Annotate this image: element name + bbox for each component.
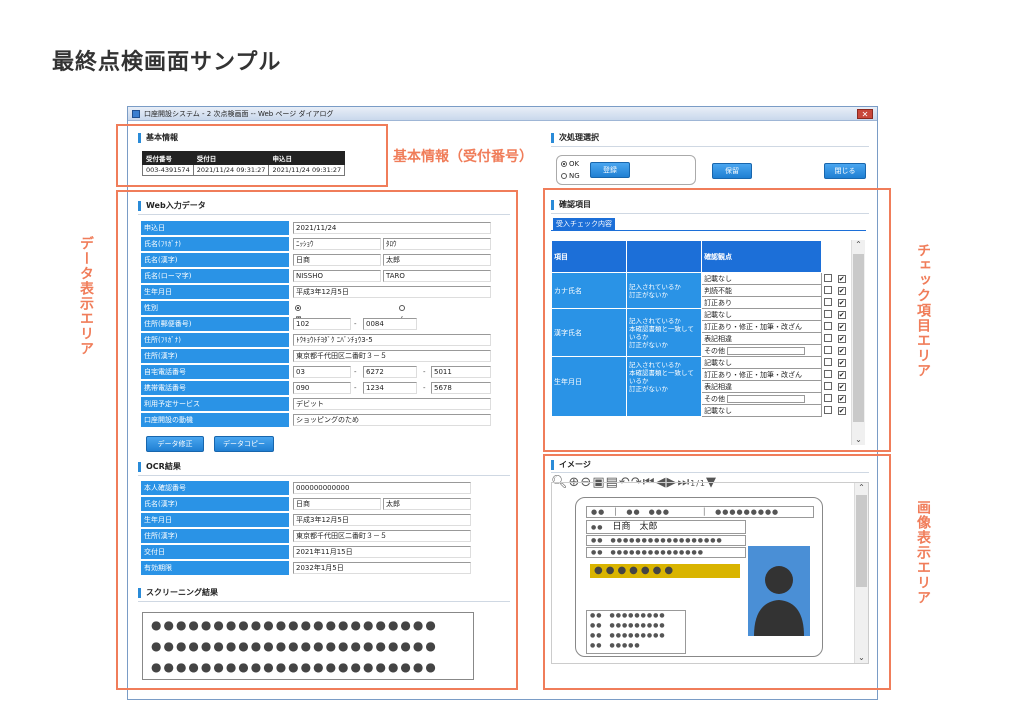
radio-icon [561, 173, 567, 179]
check-area-frame [543, 188, 891, 452]
data-area-frame [116, 190, 518, 690]
page-title: 最終点検画面サンプル [52, 50, 282, 75]
window-title: 口座開設システム - 2 次点検画面 -- Web ページ ダイアログ [144, 110, 334, 118]
close-button[interactable]: 閉じる [824, 163, 866, 179]
check-area-label: チェック項目エリア [915, 243, 931, 378]
window-titlebar: 口座開設システム - 2 次点検画面 -- Web ページ ダイアログ ✕ [128, 107, 877, 121]
app-icon [132, 110, 140, 118]
radio-icon [561, 161, 567, 167]
basic-area-frame [116, 124, 388, 187]
next-process-title: 次処理選択 [551, 133, 599, 143]
image-area-frame [543, 454, 891, 690]
hold-button[interactable]: 保留 [712, 163, 752, 179]
radio-ng[interactable]: NG [561, 172, 580, 180]
close-icon[interactable]: ✕ [857, 109, 873, 119]
radio-ok[interactable]: OK [561, 160, 579, 168]
register-button[interactable]: 登録 [590, 162, 630, 178]
image-area-label: 画像表示エリア [915, 500, 931, 605]
basic-area-label: 基本情報（受付番号） [393, 149, 533, 165]
divider [551, 146, 869, 147]
data-area-label: データ表示エリア [78, 236, 94, 356]
